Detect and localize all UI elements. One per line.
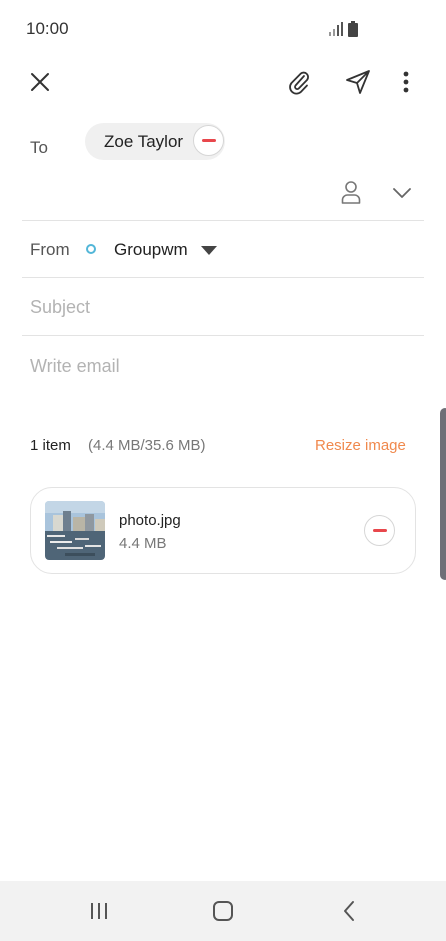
person-icon xyxy=(341,181,361,204)
close-icon xyxy=(31,73,49,91)
recent-apps-icon xyxy=(91,903,107,919)
account-color-dot xyxy=(86,244,96,254)
from-dropdown-button[interactable] xyxy=(197,240,221,260)
divider xyxy=(22,277,424,278)
send-icon xyxy=(346,70,370,94)
attachment-file-size: 4.4 MB xyxy=(119,535,167,552)
home-button[interactable] xyxy=(210,898,236,924)
status-time: 10:00 xyxy=(26,19,69,38)
divider xyxy=(22,220,424,221)
scrollbar-handle[interactable] xyxy=(440,408,446,580)
resize-image-button[interactable]: Resize image xyxy=(315,437,406,454)
expand-recipients-button[interactable] xyxy=(387,178,417,208)
email-body-input[interactable]: Write email xyxy=(30,356,120,377)
remove-recipient-button[interactable] xyxy=(193,125,224,156)
more-options-button[interactable] xyxy=(392,64,420,100)
signal-icon xyxy=(329,22,343,36)
to-label: To xyxy=(30,138,48,157)
contacts-button[interactable] xyxy=(336,176,366,208)
home-icon xyxy=(213,901,233,921)
send-button[interactable] xyxy=(340,64,376,100)
paperclip-icon xyxy=(289,71,309,95)
minus-icon xyxy=(201,139,216,142)
back-button[interactable] xyxy=(336,898,362,924)
chevron-down-icon xyxy=(393,188,411,198)
minus-icon xyxy=(372,529,387,532)
recipient-chip[interactable]: Zoe Taylor xyxy=(85,123,225,160)
from-account-select[interactable]: Groupwm xyxy=(114,240,188,260)
photo-thumbnail xyxy=(45,501,105,560)
subject-input[interactable]: Subject xyxy=(30,297,90,318)
close-button[interactable] xyxy=(22,64,58,100)
from-label: From xyxy=(30,240,70,259)
recent-apps-button[interactable] xyxy=(86,898,112,924)
remove-attachment-button[interactable] xyxy=(364,515,395,546)
attachment-item[interactable]: photo.jpg 4.4 MB xyxy=(30,487,416,574)
more-vertical-icon xyxy=(403,71,409,93)
attach-button[interactable] xyxy=(281,64,317,100)
battery-icon xyxy=(348,21,358,37)
recipient-name: Zoe Taylor xyxy=(104,131,184,151)
back-icon xyxy=(344,901,354,921)
attachment-count: 1 item xyxy=(30,437,71,454)
attachment-file-name: photo.jpg xyxy=(119,512,181,529)
attachment-total-size: (4.4 MB/35.6 MB) xyxy=(88,437,206,454)
divider xyxy=(22,335,424,336)
caret-down-icon xyxy=(201,245,217,255)
